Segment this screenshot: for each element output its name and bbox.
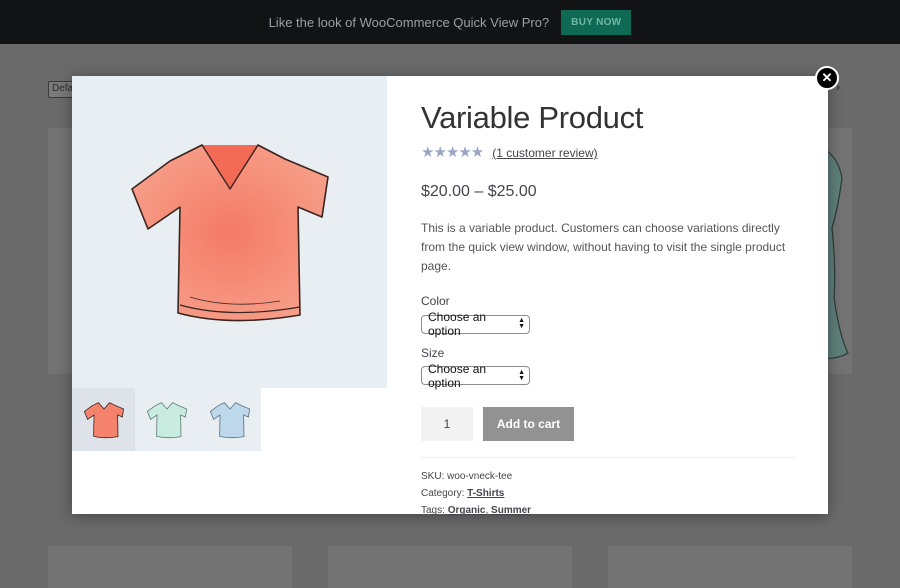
tags-label: Tags: bbox=[421, 505, 445, 516]
size-select[interactable]: Choose an option ▲ ▼ bbox=[421, 362, 530, 390]
promo-bar: Like the look of WooCommerce Quick View … bbox=[0, 0, 900, 44]
sku-label: SKU: bbox=[421, 471, 445, 482]
thumbnail-strip bbox=[72, 388, 261, 451]
select-arrows-icon: ▲ ▼ bbox=[518, 317, 525, 330]
thumbnail-blue[interactable] bbox=[198, 388, 261, 451]
sku-value: woo-vneck-tee bbox=[447, 471, 513, 482]
size-select-value: Choose an option bbox=[428, 361, 487, 390]
color-select-value: Choose an option bbox=[428, 310, 487, 338]
select-arrows-icon: ▲ ▼ bbox=[518, 368, 525, 382]
category-link[interactable]: T-Shirts bbox=[467, 488, 504, 499]
product-summary: Variable Product ★★★★★ (1 customer revie… bbox=[421, 98, 795, 519]
size-label: Size bbox=[421, 345, 445, 360]
thumbnail-coral[interactable] bbox=[72, 388, 135, 451]
category-label: Category: bbox=[421, 488, 465, 499]
quick-view-modal: Variable Product ★★★★★ (1 customer revie… bbox=[72, 76, 828, 516]
product-price: $20.00 – $25.00 bbox=[421, 183, 537, 200]
thumbnail-mint[interactable] bbox=[135, 388, 198, 451]
sku-row: SKU: woo-vneck-tee bbox=[421, 468, 795, 485]
quantity-input[interactable] bbox=[421, 407, 473, 441]
buy-now-button[interactable]: BUY NOW bbox=[561, 9, 632, 35]
product-title: Variable Product bbox=[421, 100, 644, 135]
tshirt-blue-icon bbox=[209, 401, 250, 438]
promo-text: Like the look of WooCommerce Quick View … bbox=[268, 14, 550, 30]
tag-link-summer[interactable]: Summer bbox=[491, 505, 531, 516]
rating-row: ★★★★★ (1 customer review) bbox=[421, 144, 795, 161]
divider bbox=[421, 457, 795, 458]
cart-row: Add to cart bbox=[421, 407, 795, 441]
background-product-card bbox=[48, 546, 292, 588]
product-description: This is a variable product. Customers ca… bbox=[421, 221, 786, 273]
product-meta: SKU: woo-vneck-tee Category: T-Shirts Ta… bbox=[421, 468, 795, 519]
close-icon[interactable]: ✕ bbox=[815, 66, 839, 90]
tshirt-coral-icon bbox=[83, 401, 124, 438]
category-row: Category: T-Shirts bbox=[421, 485, 795, 502]
background-product-card bbox=[608, 546, 852, 588]
color-select[interactable]: Choose an option ▲ ▼ bbox=[421, 310, 530, 338]
background-product-card bbox=[328, 546, 572, 588]
color-label: Color bbox=[421, 294, 450, 308]
add-to-cart-button[interactable]: Add to cart bbox=[483, 407, 574, 441]
product-main-image[interactable] bbox=[72, 76, 387, 388]
tags-row: Tags: Organic, Summer bbox=[421, 502, 795, 519]
tag-link-organic[interactable]: Organic bbox=[448, 505, 486, 516]
customer-review-link[interactable]: (1 customer review) bbox=[492, 146, 597, 160]
tshirt-coral-icon bbox=[130, 144, 329, 322]
tag-separator: , bbox=[485, 505, 489, 516]
star-rating-icon: ★★★★★ bbox=[421, 144, 484, 161]
tshirt-mint-icon bbox=[146, 401, 187, 438]
